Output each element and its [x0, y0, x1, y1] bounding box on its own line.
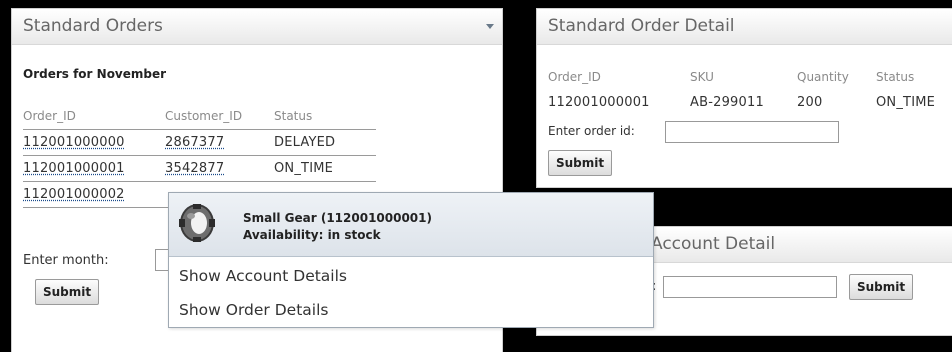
menu-item-show-order-details[interactable]: Show Order Details: [179, 301, 328, 319]
order-status: DELAYED: [274, 129, 376, 156]
column-header-sku[interactable]: SKU: [690, 64, 797, 89]
order-detail-table: Order_ID SKU Quantity Status 11200100000…: [548, 64, 952, 115]
detail-order-id: 112001000001: [548, 94, 650, 110]
order-status: ON_TIME: [274, 155, 376, 182]
customer-id-link[interactable]: 2867377: [165, 135, 224, 150]
order-detail-panel: Standard Order Detail Order_ID SKU Quant…: [536, 8, 952, 188]
detail-sku: AB-299011: [690, 94, 764, 110]
table-row: 112001000001 AB-299011 200 ON_TIME: [548, 89, 952, 115]
product-name: Small Gear (112001000001): [243, 211, 432, 225]
order-id-link[interactable]: 112001000002: [23, 187, 125, 202]
account-submit-button[interactable]: Submit: [849, 274, 914, 300]
column-header-status[interactable]: Status: [274, 104, 376, 130]
detail-quantity: 200: [797, 94, 823, 110]
panel-title: Standard Order Detail: [548, 16, 735, 36]
standard-orders-header: Standard Orders: [12, 9, 502, 45]
account-input[interactable]: [663, 276, 837, 298]
column-header-order-id[interactable]: Order_ID: [23, 104, 165, 130]
popup-product-header: Small Gear (112001000001) Availability: …: [169, 193, 653, 257]
chevron-down-icon[interactable]: [486, 24, 494, 29]
month-label: Enter month:: [23, 253, 109, 268]
panel-title: Standard Orders: [23, 16, 163, 36]
table-row: 112001000001 3542877 ON_TIME: [23, 155, 376, 182]
detail-status: ON_TIME: [876, 94, 936, 110]
customer-id-link[interactable]: 3542877: [165, 161, 224, 176]
column-header-quantity[interactable]: Quantity: [797, 64, 876, 89]
menu-item-show-account-details[interactable]: Show Account Details: [179, 267, 347, 285]
order-id-label: Enter order id:: [548, 124, 635, 138]
order-id-link[interactable]: 112001000000: [23, 135, 125, 150]
column-header-customer-id[interactable]: Customer_ID: [165, 104, 274, 130]
detail-submit-button[interactable]: Submit: [548, 150, 613, 176]
panel-title: Account Detail: [651, 234, 776, 254]
order-detail-header: Standard Order Detail: [537, 9, 952, 45]
order-id-input[interactable]: [665, 121, 839, 143]
table-row: 112001000000 2867377 DELAYED: [23, 129, 376, 156]
column-header-status[interactable]: Status: [876, 64, 952, 89]
orders-subtitle: Orders for November: [23, 67, 167, 81]
order-id-link[interactable]: 112001000001: [23, 161, 125, 176]
context-popup: Small Gear (112001000001) Availability: …: [168, 192, 654, 328]
orders-submit-button[interactable]: Submit: [35, 279, 100, 305]
gear-icon: [179, 204, 215, 242]
product-availability: Availability: in stock: [243, 228, 381, 242]
column-header-order-id[interactable]: Order_ID: [548, 64, 690, 89]
